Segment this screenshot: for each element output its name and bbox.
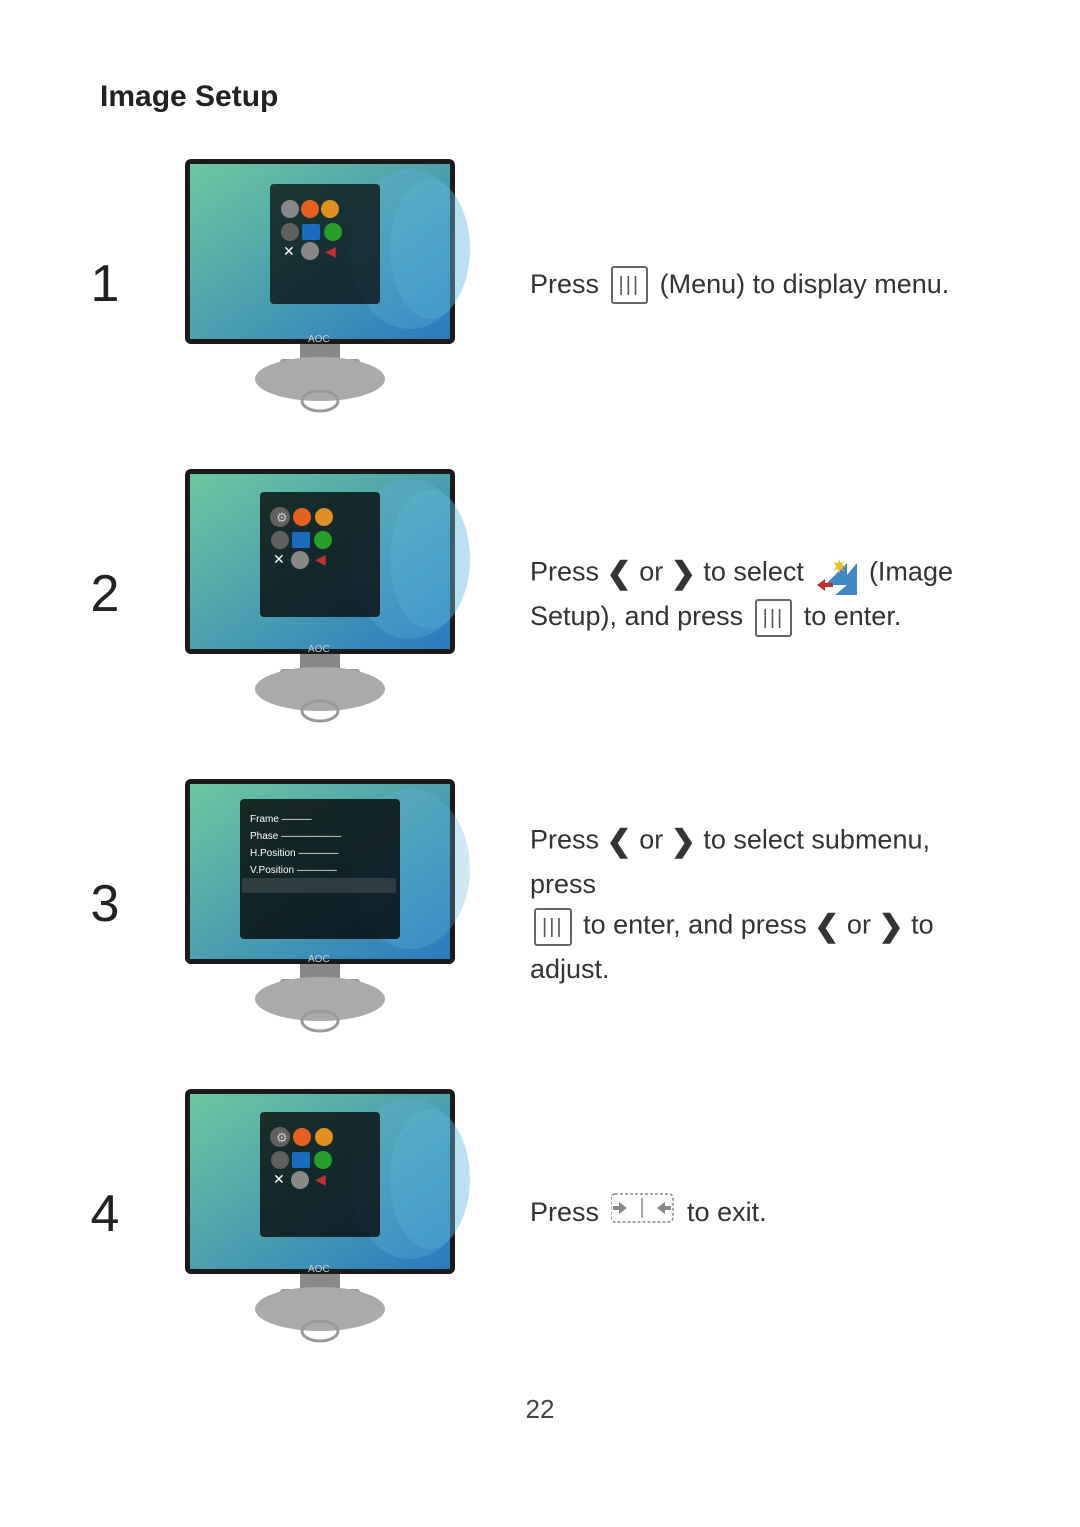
svg-text:◀: ◀ [325,243,336,259]
step-4-row: 4 ⚙ ✕ ◀ [80,1084,1000,1344]
step-4-press: Press [530,1197,607,1227]
step-3-monitor: Frame ——— Phase —————— H.Position ———— V… [170,774,470,1034]
svg-text:⚙: ⚙ [276,1130,288,1145]
svg-text:✕: ✕ [283,243,295,259]
step-3-or-2: or [847,910,879,940]
step-3-to-adjust: to [911,910,934,940]
chevron-right-3b: ❯ [878,910,903,943]
svg-text:✕: ✕ [273,1171,285,1187]
svg-text:AOC: AOC [308,1264,330,1275]
step-3-or-1: or [639,824,671,854]
chevron-left-3a: ❮ [607,825,632,858]
step-2-or-1: or [639,557,671,587]
svg-text:✕: ✕ [273,551,285,567]
svg-text:Frame ———: Frame ——— [250,814,312,825]
svg-text:AOC: AOC [308,954,330,965]
step-2-number: 2 [80,564,130,624]
step-4-number: 4 [80,1184,130,1244]
step-3-number: 3 [80,874,130,934]
step-4-to-exit: to exit. [687,1197,767,1227]
step-2-monitor: ⚙ ✕ ◀ AOC [170,464,470,724]
chevron-right-3a: ❯ [671,825,696,858]
svg-text:◀: ◀ [315,1171,326,1187]
svg-text:AOC: AOC [308,334,330,345]
step-2-to-enter: to enter. [804,601,902,631]
page-number: 22 [80,1394,1000,1425]
step-4-desc: Press to exit. [510,1190,1000,1238]
step-2-image-setup-label: (Image [869,557,953,587]
svg-text:Phase ——————: Phase —————— [250,831,341,842]
step-1-desc-text: (Menu) to display menu. [660,269,950,299]
step-3-to-enter: to enter, and press [583,910,814,940]
step-2-press: Press [530,557,607,587]
step-1-press-label: Press [530,269,607,299]
image-setup-icon [815,553,857,595]
svg-text:AOC: AOC [308,644,330,655]
svg-text:H.Position ————: H.Position ———— [250,848,338,859]
step-2-setup-cont: Setup), and press [530,601,751,631]
menu-button-icon-2: ||| [755,599,793,637]
exit-icon [611,1190,676,1238]
step-3-adjust: adjust. [530,954,610,984]
step-1-row: 1 ✕ [80,154,1000,414]
chevron-left-3b: ❮ [814,910,839,943]
page-title: Image Setup [100,80,1000,114]
step-2-to-select: to select [703,557,811,587]
step-1-desc: Press ||| (Menu) to display menu. [510,264,1000,305]
menu-button-icon-1: ||| [611,266,649,304]
step-2-desc: Press ❮ or ❯ to select (Image Setup), an… [510,551,1000,637]
step-4-monitor: ⚙ ✕ ◀ AOC [170,1084,470,1344]
step-2-row: 2 ⚙ ✕ ◀ [80,464,1000,724]
svg-text:◀: ◀ [315,551,326,567]
svg-text:⚙: ⚙ [276,510,288,525]
menu-button-icon-3: ||| [534,908,572,946]
step-3-desc: Press ❮ or ❯ to select submenu, press ||… [510,819,1000,990]
step-1-number: 1 [80,254,130,314]
step-3-press: Press [530,824,607,854]
step-3-row: 3 Frame ——— Phase —————— H.Position ————… [80,774,1000,1034]
step-1-monitor: ✕ ◀ AOC [170,154,470,414]
svg-text:V.Position ————: V.Position ———— [250,865,337,876]
chevron-right-2: ❯ [671,557,696,590]
chevron-left-2: ❮ [607,557,632,590]
